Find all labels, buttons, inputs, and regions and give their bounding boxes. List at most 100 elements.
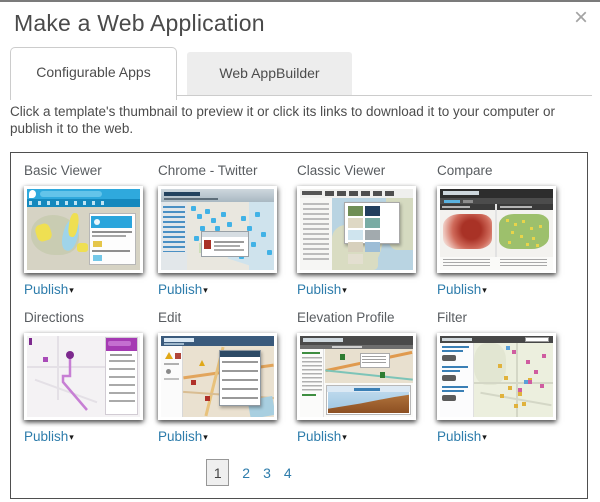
map-marker-dots (191, 206, 196, 211)
template-title: Edit (158, 310, 286, 333)
basemap-swatch (348, 206, 363, 216)
template-thumbnail-filter[interactable] (437, 333, 556, 420)
template-thumbnail-classic-viewer[interactable] (297, 186, 416, 273)
mini-panel-divider (495, 204, 497, 257)
mini-text-line (214, 241, 244, 243)
mini-text-line (302, 394, 316, 396)
template-thumbnail-compare[interactable] (437, 186, 556, 273)
template-title: Directions (24, 310, 152, 333)
mini-text-line (92, 235, 126, 237)
template-cell-compare: Compare (437, 163, 565, 297)
tab-web-appbuilder[interactable]: Web AppBuilder (187, 52, 352, 95)
mini-form-fields (222, 361, 258, 403)
publish-link[interactable]: Publish▾ (437, 282, 487, 297)
map-polygon (77, 243, 88, 252)
make-web-application-dialog: Make a Web Application × Configurable Ap… (0, 0, 600, 502)
publish-link[interactable]: Publish▾ (158, 429, 208, 444)
route-line (27, 336, 105, 417)
mini-toolbar-chip (463, 200, 473, 203)
mini-popup-header (202, 232, 248, 237)
mini-popup-image (204, 240, 211, 249)
template-cell-classic-viewer: Classic Viewer (297, 163, 425, 297)
folder-icon (93, 255, 102, 261)
caret-down-icon: ▾ (69, 432, 74, 442)
basemap-swatch (365, 230, 380, 240)
mini-text-line (164, 363, 179, 365)
publish-link[interactable]: Publish▾ (24, 429, 74, 444)
map-road (474, 382, 553, 384)
template-thumbnail-edit[interactable] (158, 333, 277, 420)
basemap-swatch (348, 218, 363, 228)
mini-text-line (442, 206, 470, 208)
warning-icon (165, 352, 173, 359)
template-cell-chrome-twitter: Chrome - Twitter (158, 163, 286, 297)
mini-button (442, 375, 456, 381)
template-thumbnail-directions[interactable] (24, 333, 143, 420)
close-icon[interactable]: × (574, 6, 588, 30)
page-4-link[interactable]: 4 (284, 465, 292, 481)
template-cell-filter: Filter (437, 310, 565, 444)
template-thumbnail-chrome-twitter[interactable] (158, 186, 277, 273)
caret-down-icon: ▾ (482, 432, 487, 442)
mini-text-line (214, 245, 240, 247)
template-title: Chrome - Twitter (158, 163, 286, 186)
caret-down-icon: ▾ (482, 285, 487, 295)
mini-text-line (302, 352, 320, 354)
publish-row: Publish▾ (24, 282, 152, 297)
page-1-current[interactable]: 1 (206, 459, 229, 486)
thumbnail-art (161, 336, 274, 417)
mini-text-lines (109, 360, 135, 408)
publish-link[interactable]: Publish▾ (158, 282, 208, 297)
map-marker-dots (512, 350, 516, 354)
pin-icon (29, 190, 36, 198)
mini-text-line (442, 366, 468, 368)
mini-text-lines (443, 259, 490, 268)
caret-down-icon: ▾ (203, 432, 208, 442)
thumbnail-art (440, 189, 553, 270)
publish-row: Publish▾ (437, 429, 565, 444)
mini-subtitle-text (164, 198, 218, 200)
mini-text-lines (500, 259, 547, 268)
template-cell-edit: Edit (158, 310, 286, 444)
template-cell-elevation-profile: Elevation Profile (297, 310, 425, 444)
map-marker (340, 354, 345, 360)
mini-search-pill (40, 191, 102, 197)
mini-basemap-gallery (344, 202, 400, 244)
thumbnail-art (27, 336, 140, 417)
thumbnail-art (161, 189, 274, 270)
publish-link[interactable]: Publish▾ (297, 429, 347, 444)
mini-title-text (164, 192, 200, 196)
thumbnail-art (300, 336, 413, 417)
elevation-chart-title (354, 388, 380, 391)
page-3-link[interactable]: 3 (263, 465, 271, 481)
template-thumbnail-elevation-profile[interactable] (297, 333, 416, 420)
thumbnail-art (27, 189, 140, 270)
publish-row: Publish▾ (158, 282, 286, 297)
folder-icon (93, 241, 102, 247)
route-start-marker (66, 351, 74, 359)
mini-toolbar (27, 199, 140, 207)
publish-row: Publish▾ (158, 429, 286, 444)
choropleth-map-red (443, 214, 492, 249)
mini-text-line (442, 350, 463, 352)
template-thumbnail-basic-viewer[interactable] (24, 186, 143, 273)
map-marker (205, 396, 210, 401)
publish-row: Publish▾ (437, 282, 565, 297)
publish-link[interactable]: Publish▾ (297, 282, 347, 297)
mini-button (442, 395, 456, 401)
map-marker (43, 357, 48, 362)
template-cell-basic-viewer: Basic Viewer (24, 163, 152, 297)
publish-row: Publish▾ (24, 429, 152, 444)
tab-configurable-apps[interactable]: Configurable Apps (10, 47, 177, 100)
basemap-swatch (365, 242, 380, 252)
basemap-swatch (365, 206, 380, 216)
mini-title-text (303, 338, 343, 342)
map-marker-dots (506, 346, 510, 350)
mini-search-pill (108, 341, 131, 346)
page-2-link[interactable]: 2 (242, 465, 250, 481)
mini-title-text (302, 191, 322, 195)
publish-link[interactable]: Publish▾ (437, 429, 487, 444)
publish-link[interactable]: Publish▾ (24, 282, 74, 297)
basemap-swatch (348, 230, 363, 240)
publish-row: Publish▾ (297, 429, 425, 444)
